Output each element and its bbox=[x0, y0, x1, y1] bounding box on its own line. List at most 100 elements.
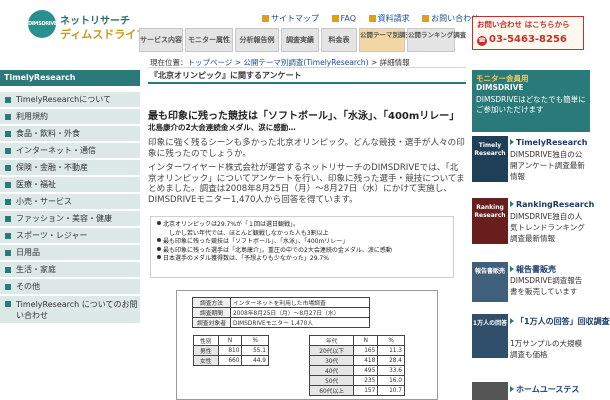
square-bullet-icon bbox=[5, 284, 11, 290]
promo-title: RankingResearch bbox=[510, 200, 594, 209]
breadcrumb-divider bbox=[148, 67, 466, 68]
sidebar-item-fashion[interactable]: ファッション・美容・健康 bbox=[0, 211, 140, 227]
square-bullet-icon bbox=[331, 15, 339, 22]
sidebar-item-retail[interactable]: 小売・サービス bbox=[0, 194, 140, 210]
square-bullet-icon bbox=[5, 131, 11, 137]
square-bullet-icon bbox=[5, 182, 11, 188]
logo-tagline: ネットリサーチ bbox=[60, 16, 130, 27]
promo-10k-answers[interactable]: 1万人の回答 「1万人の回答」回収調査 1万サンプルの大規模調査も価格 bbox=[472, 314, 610, 370]
contact-banner[interactable]: お問い合わせ はこちらから ☎ 03-5463-8256 bbox=[472, 16, 584, 50]
sidebar-item-about[interactable]: TimelyResearchについて bbox=[0, 92, 140, 108]
nav-report[interactable]: 分析報告例 bbox=[235, 28, 279, 52]
bullet-icon bbox=[157, 255, 161, 260]
square-bullet-icon bbox=[262, 15, 269, 22]
cell-pct: 11.3 bbox=[377, 345, 405, 356]
nav-ranking-survey[interactable]: 公開ランキング調査 bbox=[407, 28, 466, 52]
meta-key: 調査方法 bbox=[192, 297, 231, 308]
intro-paragraph: 印象に強く残るシーンも多かった北京オリンピック。どんな競技・選手が人々の印象に残… bbox=[148, 138, 465, 159]
summary-bullets: 北京オリンピックは29.7%が「１回は選日観戦」。 しかし若い年代では、ほとんど… bbox=[150, 216, 454, 278]
nav-theme-survey[interactable]: 公開テーマ別調査 bbox=[359, 28, 412, 52]
monitor-signup-box[interactable]: モニター会員用 DIMSDRIVE DIMSDRIVEはどなたでも簡単にご参加い… bbox=[472, 70, 590, 132]
table-row: 50代 235 16.0 bbox=[308, 375, 405, 386]
logo-brand: ディムスドライブ bbox=[60, 28, 148, 41]
arrow-icon bbox=[510, 386, 514, 392]
cell-n: 810 bbox=[217, 345, 243, 356]
top-link-request[interactable]: 資料請求 bbox=[368, 13, 410, 24]
top-links: サイトマップ FAQ 資料請求 お問い合わせ bbox=[262, 13, 489, 25]
row-label: 30代 bbox=[308, 355, 355, 366]
top-link-contact[interactable]: お問い合わせ bbox=[422, 13, 479, 24]
table-row: 女性 660 44.9 bbox=[193, 355, 269, 366]
bullet-icon bbox=[157, 238, 161, 243]
sidebar-item-other[interactable]: その他 bbox=[0, 279, 140, 295]
top-link-faq[interactable]: FAQ bbox=[331, 14, 356, 23]
table-header-row: 性別 N% bbox=[193, 335, 269, 346]
nav-monitor[interactable]: モニター属性 bbox=[185, 28, 233, 52]
square-bullet-icon bbox=[5, 233, 11, 239]
top-link-sitemap[interactable]: サイトマップ bbox=[262, 13, 319, 24]
promo-ranking[interactable]: Ranking Research RankingResearch DIMSDRI… bbox=[472, 198, 594, 256]
table-row: 20代以下 165 11.3 bbox=[308, 345, 405, 356]
square-bullet-icon bbox=[5, 114, 11, 120]
monitor-desc: DIMSDRIVEはどなたでも簡単にご参加いただけます bbox=[476, 95, 586, 114]
table-row: 調査方法 インターネットを利用した市場調査 bbox=[192, 297, 370, 308]
subheadline: 北島康介の2大会連続金メダル、涙に感動… bbox=[148, 123, 296, 132]
cell-pct: 55.1 bbox=[241, 345, 269, 356]
arrow-icon bbox=[510, 201, 514, 207]
gender-table: 性別 N% 男性 810 55.1 女性 660 44.9 bbox=[193, 335, 269, 366]
cell-pct: 10.7 bbox=[377, 385, 405, 396]
sidebar-item-home[interactable]: 生活・家庭 bbox=[0, 262, 140, 278]
promo-desc: DIMSDRIVE独自の公開アンケート調査最新情報 bbox=[510, 150, 585, 181]
col-header: N bbox=[217, 335, 243, 346]
sidebar-item-inquiry[interactable]: TimelyResearch についてのお問い合わせ bbox=[0, 296, 140, 324]
sidebar-item-internet[interactable]: インターネット・通信 bbox=[0, 143, 140, 159]
promo-thumbnail: Ranking Research bbox=[472, 198, 508, 244]
summary-bullet: 日本選手のメダル獲得数は、「予想よりも少なかった」29.7% bbox=[157, 255, 447, 264]
sidebar-item-terms[interactable]: 利用規約 bbox=[0, 109, 140, 125]
left-sidebar: TimelyResearch TimelyResearchについて 利用規約 食… bbox=[0, 70, 140, 400]
breadcrumb-section[interactable]: 公開テーマ別調査(TimelyResearch) bbox=[243, 58, 368, 67]
contact-label: お問い合わせ はこちらから bbox=[477, 20, 570, 29]
headline: 最も印象に残った競技は「ソフトボール」、「水泳」、「400mリレー」 bbox=[148, 111, 460, 122]
page-title: 『北京オリンピック』に関するアンケート bbox=[148, 70, 466, 84]
cell-n: 495 bbox=[353, 365, 379, 376]
sidebar-item-finance[interactable]: 保険・金融・不動産 bbox=[0, 160, 140, 176]
summary-bullet: 最も印象に残った競技は「ソフトボール」、「水泳」、「400mリレー」 bbox=[157, 238, 447, 247]
breadcrumb-top[interactable]: トップページ bbox=[188, 58, 233, 67]
arrow-icon bbox=[510, 139, 514, 145]
sidebar-item-daily-goods[interactable]: 日用品 bbox=[0, 245, 140, 261]
nav-pricing[interactable]: 料金表 bbox=[321, 28, 357, 52]
sidebar-item-medical[interactable]: 医療・福祉 bbox=[0, 177, 140, 193]
site-logo[interactable]: DIMSDRIVE ネットリサーチ ディムスドライブ bbox=[28, 10, 147, 44]
promo-timely[interactable]: Timely Research TimelyResearch DIMSDRIVE… bbox=[472, 136, 590, 194]
square-bullet-icon bbox=[5, 148, 11, 154]
promo-report-sales[interactable]: 報告書販売 報告書販売 DIMSDRIVE調査報告書を販売しています bbox=[472, 262, 590, 310]
row-label: 50代 bbox=[308, 375, 355, 386]
meta-value: インターネットを利用した市場調査 bbox=[230, 297, 370, 308]
meta-key: 調査対象者 bbox=[192, 317, 231, 328]
summary-bullet: 北京オリンピックは29.7%が「１回は選日観戦」。 bbox=[157, 221, 447, 230]
table-row: 40代 495 33.6 bbox=[308, 365, 405, 376]
promo-home-use-test[interactable]: ホームユーステス bbox=[472, 382, 590, 400]
promo-thumbnail: 報告書販売 bbox=[472, 262, 508, 302]
cell-n: 418 bbox=[353, 355, 379, 366]
cell-pct: 28.4 bbox=[377, 355, 405, 366]
meta-key: 調査期間 bbox=[192, 307, 231, 318]
sidebar-item-sports[interactable]: スポーツ・レジャー bbox=[0, 228, 140, 244]
col-header: % bbox=[241, 335, 269, 346]
promo-thumbnail: 1万人の回答 bbox=[472, 314, 508, 358]
promo-title: 報告書販売 bbox=[510, 264, 556, 275]
phone-icon: ☎ bbox=[477, 36, 487, 46]
nav-service[interactable]: サービス内容 bbox=[139, 28, 183, 52]
sidebar-heading: TimelyResearch bbox=[0, 70, 140, 86]
nav-results[interactable]: 調査実績 bbox=[281, 28, 319, 52]
sidebar-item-food[interactable]: 食品・飲料・外食 bbox=[0, 126, 140, 142]
breadcrumb-current: 詳細情報 bbox=[379, 58, 410, 67]
square-bullet-icon bbox=[5, 301, 11, 307]
cell-n: 660 bbox=[217, 355, 243, 366]
right-column: モニター会員用 DIMSDRIVE DIMSDRIVEはどなたでも簡単にご参加い… bbox=[472, 70, 610, 400]
promo-thumbnail: Timely Research bbox=[472, 136, 508, 182]
bullet-icon bbox=[157, 246, 161, 251]
row-label: 20代以下 bbox=[308, 345, 355, 356]
promo-desc: DIMSDRIVE独自の人気トレンドランキング調査最新情報 bbox=[510, 212, 585, 243]
